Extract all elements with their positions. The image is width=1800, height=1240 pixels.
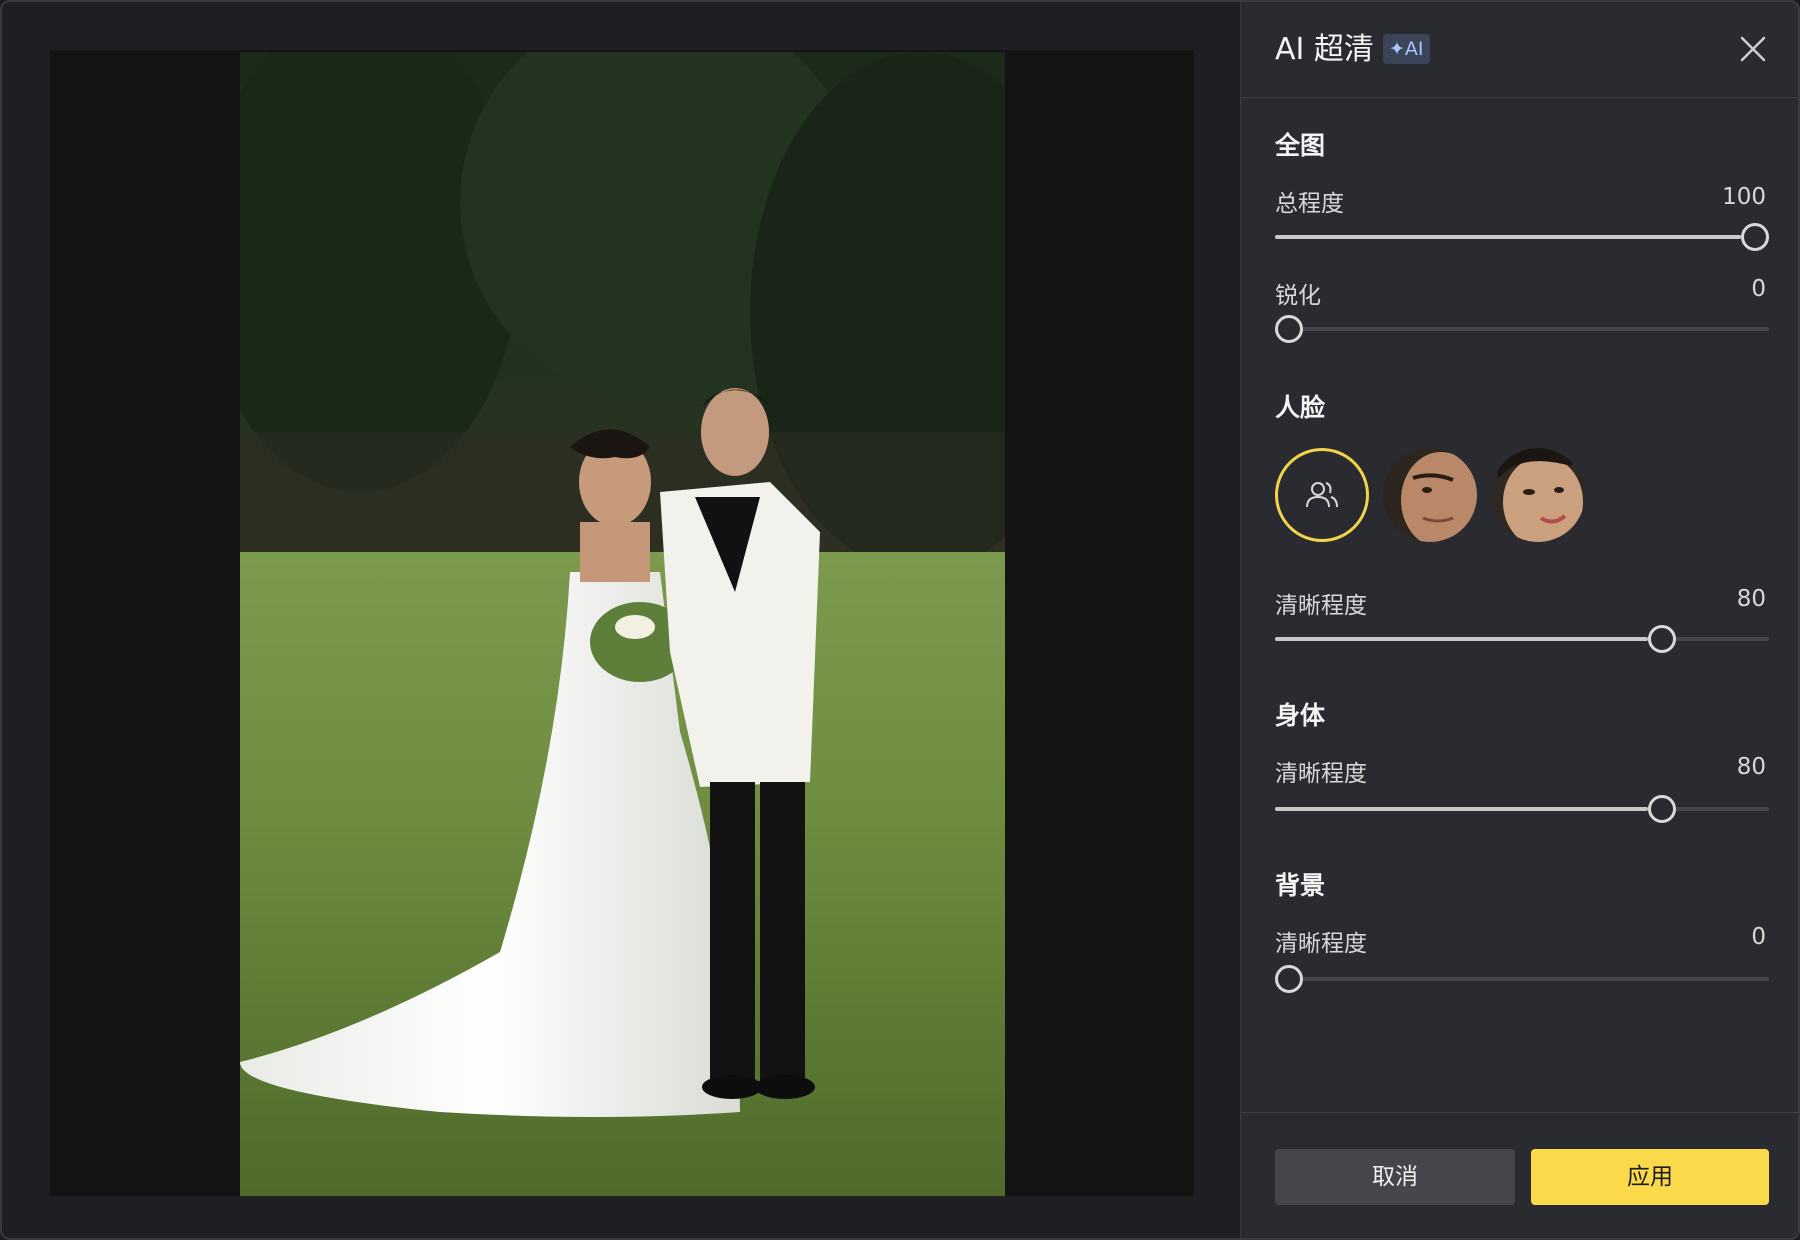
section-title-body: 身体 bbox=[1275, 701, 1326, 730]
slider-fill bbox=[1275, 235, 1741, 239]
background-clarity-value: 0 bbox=[1751, 924, 1766, 950]
people-icon bbox=[1306, 482, 1338, 508]
overall-slider[interactable] bbox=[1275, 222, 1769, 252]
wedding-photo bbox=[240, 52, 1005, 1196]
slider-thumb[interactable] bbox=[1275, 965, 1303, 993]
slider-track bbox=[1275, 327, 1769, 331]
sharpen-value: 0 bbox=[1751, 276, 1766, 302]
face-option-bride[interactable] bbox=[1491, 448, 1585, 542]
body-clarity-value: 80 bbox=[1736, 754, 1766, 780]
face-clarity-value: 80 bbox=[1736, 586, 1766, 612]
body-clarity-slider[interactable] bbox=[1275, 794, 1769, 824]
background-clarity-label: 清晰程度 bbox=[1275, 931, 1367, 957]
slider-fill bbox=[1275, 637, 1648, 641]
face-option-all[interactable] bbox=[1275, 448, 1369, 542]
overall-value: 100 bbox=[1722, 184, 1766, 210]
section-title-face: 人脸 bbox=[1275, 393, 1326, 422]
slider-track bbox=[1275, 977, 1769, 981]
close-button[interactable] bbox=[1738, 34, 1768, 64]
slider-thumb[interactable] bbox=[1647, 795, 1676, 823]
face-option-groom[interactable] bbox=[1383, 448, 1477, 542]
panel-footer: 取消 应用 bbox=[1241, 1112, 1798, 1238]
body-clarity-label: 清晰程度 bbox=[1275, 761, 1367, 787]
panel-title: AI 超清 bbox=[1275, 32, 1374, 67]
cancel-button[interactable]: 取消 bbox=[1275, 1149, 1515, 1205]
slider-thumb[interactable] bbox=[1275, 315, 1303, 343]
slider-thumb[interactable] bbox=[1647, 625, 1676, 653]
ai-badge: ✦AI bbox=[1383, 34, 1430, 64]
ai-enhance-dialog: AI 超清 ✦AI 全图 总程度 100 锐化 0 人脸 清晰程度 80 身体 … bbox=[0, 0, 1800, 1240]
settings-panel: AI 超清 ✦AI 全图 总程度 100 锐化 0 人脸 清晰程度 80 身体 … bbox=[1240, 2, 1798, 1238]
background-clarity-slider[interactable] bbox=[1275, 964, 1769, 994]
face-clarity-label: 清晰程度 bbox=[1275, 593, 1367, 619]
sharpen-slider[interactable] bbox=[1275, 314, 1769, 344]
groom-face-thumbnail bbox=[1383, 448, 1477, 542]
bride-face-thumbnail bbox=[1491, 448, 1585, 542]
slider-thumb[interactable] bbox=[1741, 223, 1769, 251]
section-title-whole: 全图 bbox=[1275, 131, 1326, 160]
face-clarity-slider[interactable] bbox=[1275, 624, 1769, 654]
preview-area bbox=[2, 2, 1240, 1238]
sharpen-label: 锐化 bbox=[1275, 283, 1321, 309]
overall-label: 总程度 bbox=[1275, 191, 1344, 217]
close-icon bbox=[1740, 36, 1766, 62]
section-title-background: 背景 bbox=[1275, 871, 1326, 900]
slider-fill bbox=[1275, 807, 1648, 811]
apply-button[interactable]: 应用 bbox=[1531, 1149, 1769, 1205]
panel-header: AI 超清 ✦AI bbox=[1241, 2, 1798, 98]
